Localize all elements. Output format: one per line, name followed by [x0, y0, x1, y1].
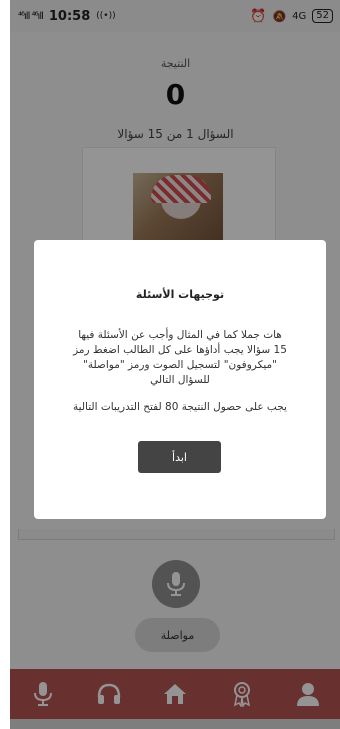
instructions-dialog: توجيهات الأسئلة هات جملا كما في المثال و… — [34, 240, 326, 519]
dialog-requirement: يجب على حصول النتيجة 80 لفتح التدريبات ا… — [73, 401, 287, 413]
start-button[interactable]: ابدأ — [138, 441, 221, 473]
dialog-instructions: هات جملا كما في المثال وأجب عن الأسئلة ف… — [73, 329, 287, 386]
dialog-title: توجيهات الأسئلة — [135, 288, 225, 301]
app-screen: ⁴⁶ıll ⁴⁶ıll 10:58 ((•)) ⏰ 🔕 4G 52 النتيج… — [10, 0, 340, 729]
